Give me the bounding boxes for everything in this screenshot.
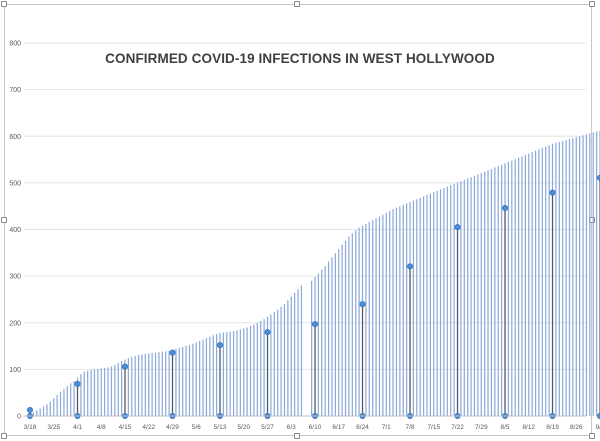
y-tick-label: 400: [9, 227, 21, 234]
x-tick-label: 6/3: [287, 424, 296, 431]
data-marker: [502, 205, 509, 212]
x-axis-ticks: 3/18 3/25 4/1 4/8 4/15 4/22 4/29 5/6 5/13 5/20 5/2…: [24, 424, 600, 431]
x-tick-label: 3/25: [47, 424, 60, 431]
x-tick-label: 7/1: [382, 424, 391, 431]
x-tick-label: 8/19: [546, 424, 559, 431]
x-tick-label: 7/15: [427, 424, 440, 431]
x-tick-label: 7/8: [405, 424, 414, 431]
x-tick-label: 6/10: [309, 424, 322, 431]
chart-title: CONFIRMED COVID-19 INFECTIONS IN WEST HO…: [105, 51, 495, 66]
x-tick-label: 5/6: [192, 424, 201, 431]
y-tick-label: 200: [9, 320, 21, 327]
x-tick-label: 4/22: [142, 424, 155, 431]
y-tick-label: 800: [9, 41, 21, 48]
x-tick-label: 8/26: [570, 424, 583, 431]
x-tick-label: 4/29: [166, 424, 179, 431]
y-tick-label: 700: [9, 87, 21, 94]
x-tick-label: 4/1: [73, 424, 82, 431]
x-tick-label: 9/2: [596, 424, 600, 431]
x-tick-label: 5/13: [214, 424, 227, 431]
data-marker: [312, 321, 319, 328]
x-tick-label: 5/27: [261, 424, 274, 431]
chart-plot: 0 100 200 300 400 500 600 700 800 3/18 3/25 4/1 4/8…: [9, 41, 600, 431]
data-marker: [549, 189, 556, 196]
data-marker: [454, 224, 461, 231]
x-tick-label: 8/5: [500, 424, 509, 431]
x-tick-label: 4/15: [119, 424, 132, 431]
markers: [26, 174, 600, 419]
x-tick-label: 7/22: [451, 424, 464, 431]
x-tick-label: 6/24: [356, 424, 369, 431]
data-marker: [264, 329, 271, 336]
y-tick-label: 300: [9, 274, 21, 281]
data-marker: [217, 342, 224, 349]
data-marker: [359, 301, 366, 308]
marker-stems: [29, 177, 600, 416]
data-marker: [74, 380, 81, 387]
y-axis-ticks: 0 100 200 300 400 500 600 700 800: [9, 41, 21, 421]
data-marker: [169, 349, 176, 356]
x-tick-label: 7/29: [475, 424, 488, 431]
y-tick-label: 600: [9, 134, 21, 141]
y-tick-label: 500: [9, 180, 21, 187]
data-marker: [122, 363, 129, 370]
data-marker: [407, 263, 414, 270]
x-tick-label: 3/18: [24, 424, 37, 431]
x-tick-label: 4/8: [97, 424, 106, 431]
x-tick-label: 5/20: [237, 424, 250, 431]
y-tick-label: 100: [9, 367, 21, 374]
data-marker: [26, 406, 33, 413]
x-tick-label: 8/12: [522, 424, 535, 431]
y-tick-label: 0: [17, 414, 21, 421]
x-tick-label: 6/17: [332, 424, 345, 431]
